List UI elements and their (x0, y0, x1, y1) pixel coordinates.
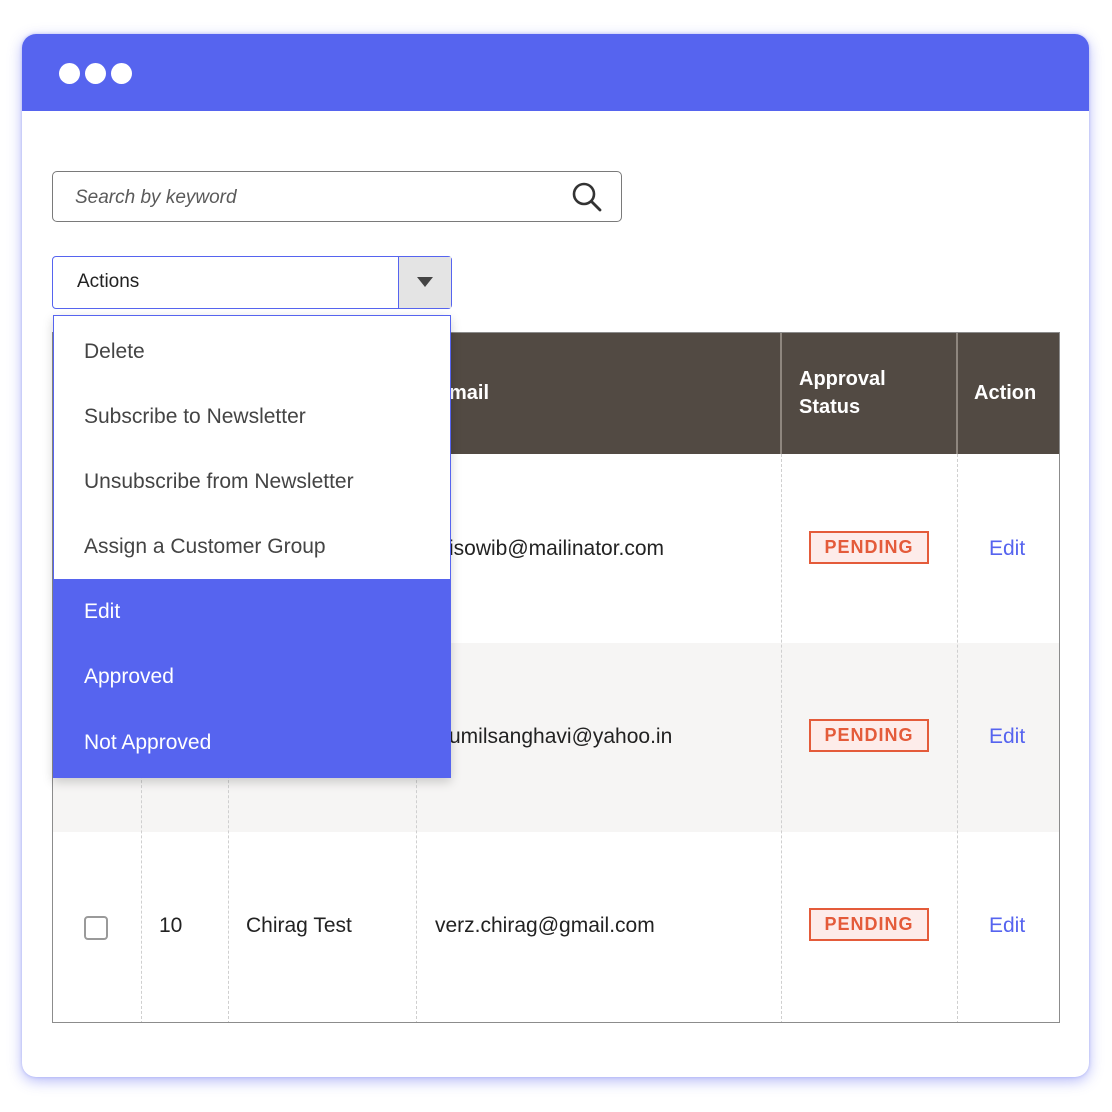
email-cell: umilsanghavi@yahoo.in (449, 725, 673, 748)
id-cell: 10 (159, 914, 183, 937)
search-input[interactable] (73, 172, 557, 223)
status-badge: PENDING (809, 719, 929, 752)
menu-item-approved[interactable]: Approved (54, 644, 450, 709)
column-header-approval-status[interactable]: Approval Status (799, 365, 886, 421)
edit-link[interactable]: Edit (989, 537, 1025, 561)
menu-item-delete[interactable]: Delete (54, 319, 450, 384)
column-divider (780, 333, 782, 454)
column-header-email[interactable]: mail (449, 379, 489, 407)
menu-item-unsubscribe-newsletter[interactable]: Unsubscribe from Newsletter (54, 449, 450, 514)
menu-item-subscribe-newsletter[interactable]: Subscribe to Newsletter (54, 384, 450, 449)
search-box (52, 171, 622, 223)
actions-label: Actions (77, 271, 140, 292)
email-cell: verz.chirag@gmail.com (435, 914, 655, 937)
caret-down-icon (417, 277, 433, 287)
app-window: Actions mail Approval Status Action isow… (22, 34, 1089, 1077)
dropdown-toggle-button[interactable] (398, 257, 451, 308)
status-badge: PENDING (809, 531, 929, 564)
actions-dropdown[interactable]: Actions (52, 256, 452, 309)
window-dot-icon[interactable] (85, 63, 106, 84)
table-row: 10 Chirag Test verz.chirag@gmail.com PEN… (53, 832, 1059, 1021)
title-bar (22, 34, 1089, 111)
header-line: Approval (799, 368, 886, 390)
name-cell: Chirag Test (246, 914, 352, 937)
menu-item-edit[interactable]: Edit (54, 579, 450, 644)
column-divider (957, 454, 958, 1022)
window-dot-icon[interactable] (111, 63, 132, 84)
row-checkbox[interactable] (84, 916, 108, 940)
menu-item-not-approved[interactable]: Not Approved (54, 709, 450, 777)
edit-link[interactable]: Edit (989, 725, 1025, 749)
email-cell: isowib@mailinator.com (449, 537, 665, 560)
edit-link[interactable]: Edit (989, 914, 1025, 938)
actions-menu: Delete Subscribe to Newsletter Unsubscri… (53, 315, 451, 778)
column-header-action[interactable]: Action (974, 379, 1036, 407)
window-dot-icon[interactable] (59, 63, 80, 84)
header-line: Status (799, 396, 861, 418)
column-divider (781, 454, 782, 1022)
menu-item-assign-customer-group[interactable]: Assign a Customer Group (54, 514, 450, 579)
search-icon[interactable] (571, 181, 603, 213)
status-badge: PENDING (809, 908, 929, 941)
column-divider (956, 333, 958, 454)
